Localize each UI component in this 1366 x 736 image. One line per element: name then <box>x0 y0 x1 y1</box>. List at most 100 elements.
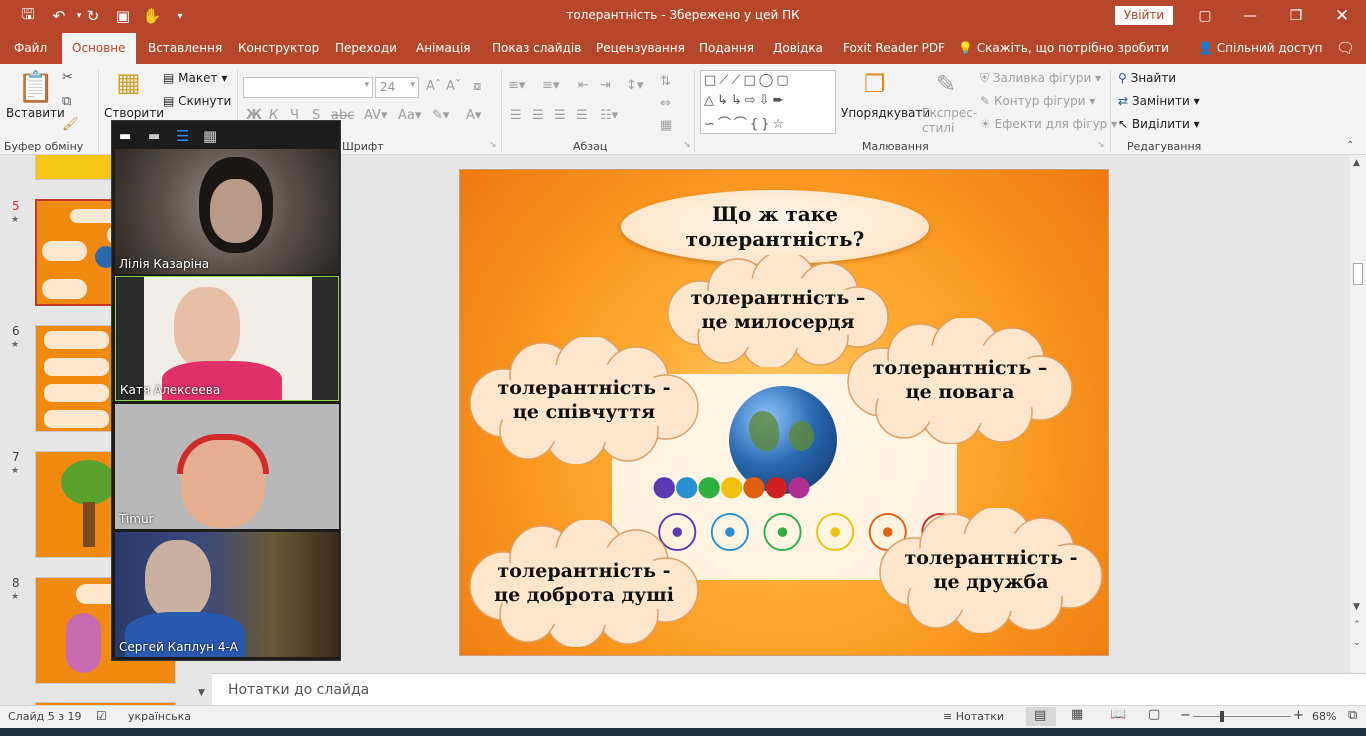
signin-button[interactable]: Увійти <box>1115 6 1173 25</box>
replace-button[interactable]: ⇄ Замінити ▾ <box>1118 94 1200 108</box>
video-tile-1[interactable]: Лілія Казаріна <box>115 149 339 274</box>
paragraph-dialog-icon[interactable]: ↘ <box>683 140 691 150</box>
grid-view-icon[interactable]: ▦ <box>203 127 217 145</box>
drawing-dialog-icon[interactable]: ↘ <box>1097 140 1105 150</box>
reset-button[interactable]: ▤ Скинути <box>163 94 231 108</box>
notes-toggle-button[interactable]: ≡ Нотатки <box>943 710 1004 723</box>
increase-indent-icon[interactable]: ⇥ <box>600 78 611 93</box>
bullets-icon[interactable]: ≡▾ <box>508 78 525 93</box>
arrange-icon[interactable]: ❐ <box>864 70 886 98</box>
slideshow-view-icon[interactable]: ▢ <box>1148 707 1160 722</box>
tab-animations[interactable]: Анімація <box>416 33 471 64</box>
shapes-row-1[interactable]: □⟋⟋□◯▢ <box>704 73 792 88</box>
tab-slideshow[interactable]: Показ слайдів <box>492 33 581 64</box>
editor-scrollbar[interactable]: ▲ ▼ ⌃ ⌄ <box>1350 155 1366 673</box>
align-text-icon[interactable]: ⇔ <box>660 96 671 111</box>
font-size-box[interactable]: 24 ▾ <box>375 77 419 98</box>
spacing-icon[interactable]: AV▾ <box>364 108 387 123</box>
shapes-row-3[interactable]: ∽⌒⌒{}☆ <box>704 113 787 132</box>
smartart-icon[interactable]: ▦ <box>660 118 672 133</box>
scroll-down-icon[interactable]: ▼ <box>198 688 205 698</box>
shapes-row-2[interactable]: △↳↳⇨⇩➨ <box>704 93 786 108</box>
tab-home[interactable]: Основне <box>62 33 136 64</box>
cloud-friendship[interactable]: толерантність - це дружба <box>876 508 1106 633</box>
quick-styles-label[interactable]: Експрес- стилі <box>922 106 977 136</box>
fit-to-window-icon[interactable]: ⧉ <box>1348 708 1357 723</box>
comments-icon[interactable]: 🗨 <box>1336 33 1355 64</box>
decrease-font-icon[interactable]: Aˇ <box>446 79 461 94</box>
font-name-box[interactable]: ▾ <box>243 77 373 98</box>
cloud-kindness[interactable]: толерантність - це доброта душі <box>466 520 702 647</box>
zoom-in-icon[interactable]: + <box>1293 708 1304 723</box>
tab-file[interactable]: Файл <box>14 33 47 64</box>
scroll-thumb[interactable] <box>1353 263 1363 285</box>
language-indicator[interactable]: українська <box>128 710 191 723</box>
new-slide-label[interactable]: Створити <box>104 106 164 120</box>
align-left-icon[interactable]: ☰ <box>510 108 522 123</box>
restore-icon[interactable]: ❐ <box>1276 4 1316 28</box>
scroll-up-icon[interactable]: ▲ <box>1353 158 1360 168</box>
tab-view[interactable]: Подання <box>699 33 754 64</box>
zoom-out-icon[interactable]: − <box>1180 708 1191 723</box>
ribbon-display-options-icon[interactable]: ▢ <box>1185 4 1225 28</box>
columns-icon[interactable]: ☷▾ <box>600 108 618 123</box>
slide-sorter-icon[interactable]: ▦ <box>1071 707 1083 722</box>
increase-font-icon[interactable]: Aˆ <box>426 79 441 94</box>
zoom-slider[interactable] <box>1193 716 1291 717</box>
video-tile-4[interactable]: Сергей Каплун 4-А <box>115 532 339 657</box>
spellcheck-icon[interactable]: ☑ <box>96 709 107 723</box>
tell-me-search[interactable]: 💡 Скажіть, що потрібно зробити <box>958 33 1169 64</box>
justify-icon[interactable]: ☰ <box>576 108 588 123</box>
line-spacing-icon[interactable]: ↕▾ <box>626 78 643 93</box>
format-painter-icon[interactable]: 🖌 <box>62 117 79 132</box>
shape-fill-button[interactable]: ⛨ Заливка фігури ▾ <box>980 71 1101 86</box>
paste-label[interactable]: Вставити <box>6 106 65 120</box>
highlight-icon[interactable]: ✎▾ <box>432 108 449 123</box>
decrease-indent-icon[interactable]: ⇤ <box>578 78 589 93</box>
paste-icon[interactable]: 📋 <box>17 70 54 105</box>
tab-review[interactable]: Рецензування <box>596 33 685 64</box>
font-color-icon[interactable]: A▾ <box>466 108 481 123</box>
cut-icon[interactable]: ✂ <box>62 70 73 85</box>
minimize-video-icon[interactable]: ▬ <box>119 129 131 144</box>
tab-transitions[interactable]: Переходи <box>335 33 397 64</box>
notes-pane[interactable]: Нотатки до слайда <box>212 673 1366 705</box>
scroll-down-icon[interactable]: ▼ <box>1353 602 1360 612</box>
normal-view-button[interactable]: ▤ <box>1026 707 1056 726</box>
quick-styles-icon[interactable]: ✎ <box>936 70 956 98</box>
align-right-icon[interactable]: ☰ <box>554 108 566 123</box>
select-button[interactable]: ↖ Виділити ▾ <box>1118 117 1200 131</box>
slide-title-oval[interactable]: Що ж таке толерантність? <box>621 190 929 264</box>
font-dialog-icon[interactable]: ↘ <box>489 140 497 150</box>
minimize-icon[interactable]: — <box>1230 4 1270 28</box>
collapse-ribbon-icon[interactable]: ⌃ <box>1346 140 1354 151</box>
video-tile-2[interactable]: Катя Алексеева <box>115 276 339 401</box>
change-case-icon[interactable]: Aa▾ <box>398 108 421 123</box>
next-slide-icon[interactable]: ⌄ <box>1353 638 1361 648</box>
tab-insert[interactable]: Вставлення <box>148 33 222 64</box>
text-direction-icon[interactable]: ⇅ <box>660 74 671 89</box>
shapes-gallery[interactable]: □⟋⟋□◯▢ △↳↳⇨⇩➨ ∽⌒⌒{}☆ <box>700 70 836 134</box>
copy-icon[interactable]: ⧉ <box>62 94 71 109</box>
zoom-level[interactable]: 68% <box>1312 710 1336 723</box>
cloud-respect[interactable]: толерантність – це повага <box>844 318 1076 444</box>
zoom-slider-thumb[interactable] <box>1220 711 1224 722</box>
previous-slide-icon[interactable]: ⌃ <box>1353 620 1361 630</box>
video-tile-3[interactable]: Timur <box>115 404 339 529</box>
layout-button[interactable]: ▤ Макет ▾ <box>163 71 227 85</box>
single-view-icon[interactable]: ▬ <box>148 129 160 144</box>
current-slide[interactable]: ●●●●●●● ☉☉☉☉☉☉ Що ж таке толерантність? … <box>459 169 1109 656</box>
close-icon[interactable]: ✕ <box>1322 4 1362 28</box>
clear-format-icon[interactable]: ⧇ <box>473 79 481 94</box>
tab-foxit[interactable]: Foxit Reader PDF <box>843 33 945 64</box>
tab-design[interactable]: Конструктор <box>238 33 319 64</box>
cloud-compassion[interactable]: толерантність - це співчуття <box>466 337 702 464</box>
share-button[interactable]: 👤 Спільний доступ <box>1198 33 1323 64</box>
shape-effects-button[interactable]: ☀ Ефекти для фігур ▾ <box>980 117 1117 131</box>
reading-view-icon[interactable]: 📖 <box>1110 707 1126 722</box>
arrange-label[interactable]: Упорядкувати <box>841 106 930 120</box>
find-button[interactable]: ⚲ Знайти <box>1118 71 1176 85</box>
numbering-icon[interactable]: ≡▾ <box>542 78 559 93</box>
align-center-icon[interactable]: ☰ <box>532 108 544 123</box>
strip-view-icon[interactable]: ☰ <box>176 127 189 145</box>
